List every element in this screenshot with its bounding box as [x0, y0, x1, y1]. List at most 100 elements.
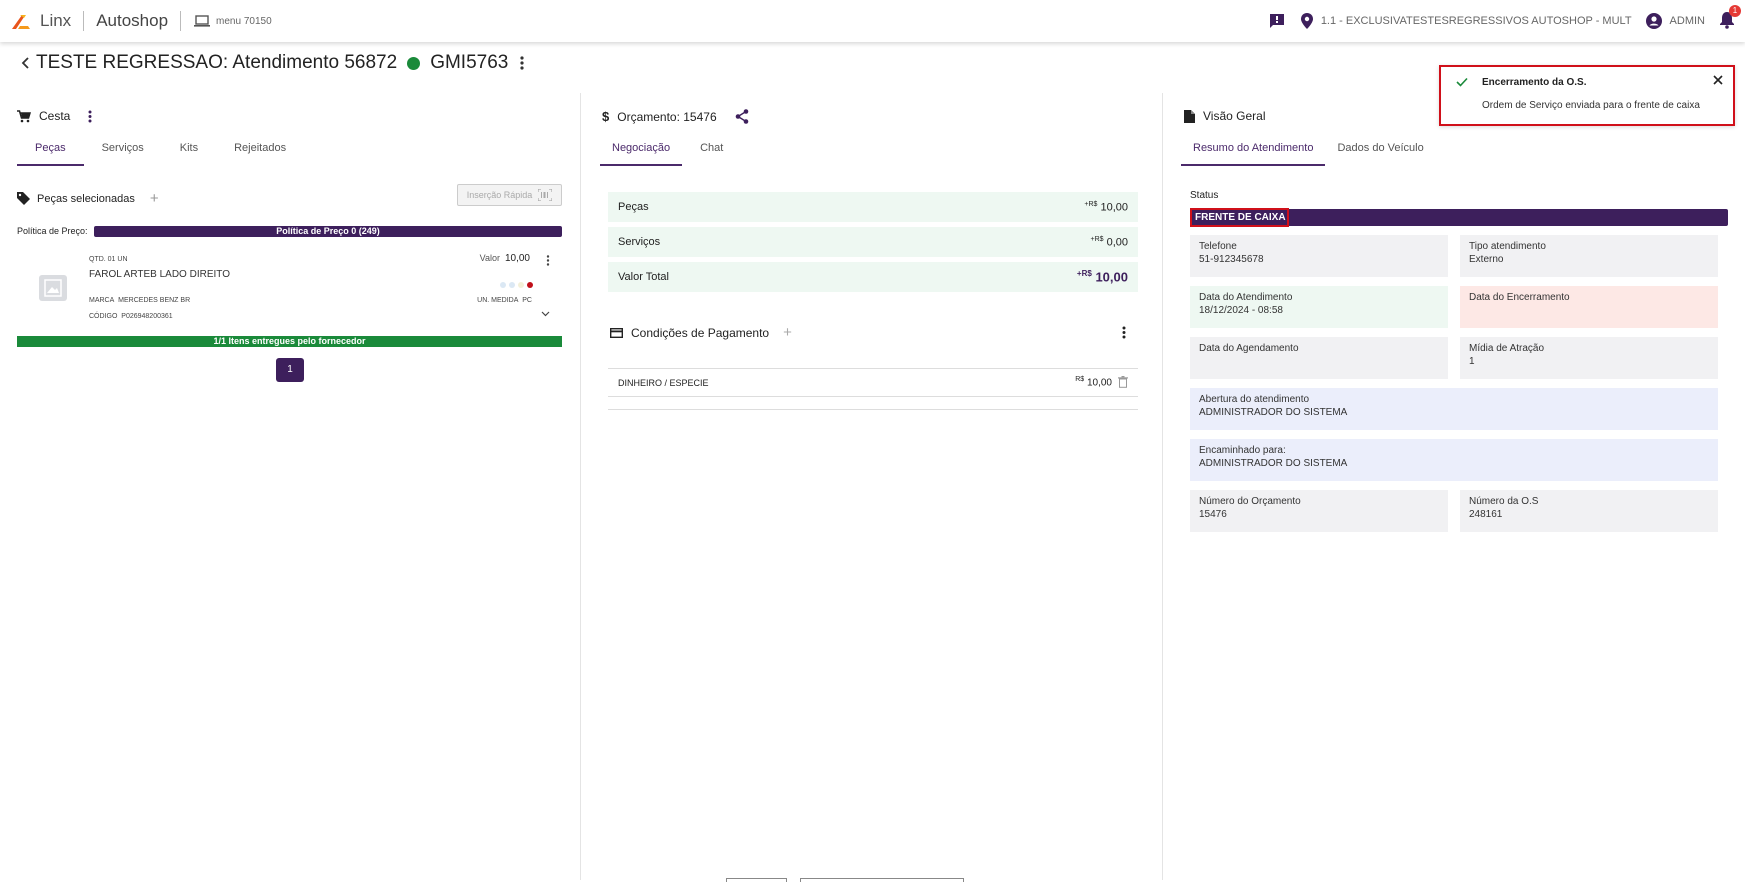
- card-label: Telefone: [1199, 241, 1237, 252]
- tab-dados-veiculo[interactable]: Dados do Veículo: [1325, 138, 1435, 166]
- chevron-down-icon[interactable]: [541, 311, 550, 317]
- tab-pecas[interactable]: Peças: [17, 138, 84, 166]
- credit-card-icon: [610, 327, 623, 338]
- price-policy-bar[interactable]: Política de Preço 0 (249): [94, 226, 562, 237]
- share-icon[interactable]: [735, 109, 749, 124]
- brand-name: Linx: [40, 11, 72, 30]
- notification-badge: 1: [1729, 4, 1741, 17]
- tab-kits[interactable]: Kits: [162, 138, 216, 166]
- status-dots: [500, 282, 533, 288]
- part-name: FAROL ARTEB LADO DIREITO: [89, 269, 230, 280]
- totals-label: Serviços: [618, 236, 661, 248]
- payment-row[interactable]: DINHEIRO / ESPECIE R$ 10,00: [608, 368, 1138, 397]
- cart-icon: [17, 109, 31, 122]
- user-avatar-icon[interactable]: [1645, 13, 1662, 29]
- tab-chat[interactable]: Chat: [682, 138, 741, 166]
- payment-header: Condições de Pagamento +: [610, 324, 1138, 341]
- card-value: ADMINISTRADOR DO SISTEMA: [1199, 458, 1348, 469]
- tab-servicos[interactable]: Serviços: [84, 138, 162, 166]
- chat-icon[interactable]: [1269, 13, 1285, 29]
- brand-logo[interactable]: Linx: [10, 11, 71, 31]
- more-vertical-icon[interactable]: [88, 110, 92, 123]
- vehicle-plate: GMI5763: [430, 52, 509, 73]
- more-vertical-icon[interactable]: [520, 56, 524, 70]
- visao-header: Visão Geral: [1184, 109, 1265, 123]
- tag-icon: [17, 192, 30, 205]
- part-value-label: Valor: [479, 253, 500, 263]
- check-icon: [1456, 77, 1468, 87]
- part-value: Valor 10,00: [480, 253, 530, 264]
- user-name[interactable]: ADMIN: [1670, 15, 1705, 27]
- bottom-button-stub[interactable]: [726, 878, 787, 882]
- add-part-icon[interactable]: +: [150, 190, 159, 207]
- add-payment-icon[interactable]: +: [783, 324, 792, 341]
- selected-parts-label: Peças selecionadas: [37, 192, 135, 205]
- totals-row-servicos: Serviços +R$ 0,00: [608, 227, 1138, 257]
- part-brand: MARCA MERCEDES BENZ BR: [89, 297, 190, 304]
- part-code-value: P026948200361: [121, 313, 173, 320]
- location-label[interactable]: 1.1 - EXCLUSIVATESTESREGRESSIVOS AUTOSHO…: [1321, 15, 1632, 27]
- close-icon[interactable]: [1713, 75, 1723, 85]
- more-vertical-icon[interactable]: [1122, 326, 1126, 339]
- dollar-icon: $: [602, 109, 610, 124]
- card-value: 15476: [1199, 509, 1227, 520]
- more-vertical-icon[interactable]: [546, 255, 550, 266]
- status-label: Status: [1190, 190, 1219, 201]
- part-unit: UN. MEDIDA PC: [477, 297, 532, 304]
- card-data-agendamento: Data do Agendamento: [1190, 337, 1448, 379]
- card-data-atendimento: Data do Atendimento 18/12/2024 - 08:58: [1190, 286, 1448, 328]
- orcamento-panel: $ Orçamento: 15476 Negociação Chat Peças…: [582, 93, 1163, 880]
- totals-value: +R$ 0,00: [1090, 235, 1128, 249]
- toast-title: Encerramento da O.S.: [1482, 77, 1587, 88]
- location-pin-icon[interactable]: [1300, 13, 1313, 29]
- page-button-1[interactable]: 1: [276, 358, 304, 382]
- status-dot: [407, 56, 421, 70]
- laptop-icon: [194, 15, 211, 27]
- payment-value: R$ 10,00: [1075, 376, 1112, 389]
- page-header: TESTE REGRESSAO: Atendimento 56872 GMI57…: [20, 52, 524, 74]
- visao-tabs: Resumo do Atendimento Dados do Veículo: [1181, 138, 1436, 166]
- trash-icon[interactable]: [1118, 376, 1128, 389]
- menu-id[interactable]: menu 70150: [193, 14, 272, 28]
- card-telefone: Telefone 51-912345678: [1190, 235, 1448, 277]
- card-abertura: Abertura do atendimento ADMINISTRADOR DO …: [1190, 388, 1718, 430]
- totals-row-pecas: Peças +R$ 10,00: [608, 192, 1138, 222]
- toast-message: Ordem de Serviço enviada para o frente d…: [1482, 100, 1700, 111]
- part-item[interactable]: QTD. 01 UN FAROL ARTEB LADO DIREITO MARC…: [17, 253, 562, 325]
- totals-value: +R$ 10,00: [1076, 269, 1128, 285]
- toast-notification: Encerramento da O.S. Ordem de Serviço en…: [1439, 65, 1735, 126]
- totals-value: +R$ 10,00: [1084, 200, 1128, 214]
- status-dot: [518, 282, 524, 288]
- card-numero-os: Número da O.S 248161: [1460, 490, 1718, 532]
- status-dot: [500, 282, 506, 288]
- back-chevron-icon[interactable]: [20, 56, 30, 70]
- tab-rejeitados[interactable]: Rejeitados: [216, 138, 304, 166]
- price-policy-label: Política de Preço:: [17, 226, 88, 236]
- payment-method: DINHEIRO / ESPECIE: [618, 377, 709, 388]
- menu-id-label: menu 70150: [216, 15, 272, 27]
- card-midia-atracao: Mídia de Atração 1: [1460, 337, 1718, 379]
- quick-insert-button[interactable]: Inserção Rápida: [457, 184, 562, 206]
- notifications-button[interactable]: 1: [1719, 4, 1741, 32]
- part-brand-label: MARCA: [89, 297, 115, 304]
- barcode-scan-icon: [538, 189, 553, 201]
- tab-resumo[interactable]: Resumo do Atendimento: [1181, 138, 1326, 166]
- payment-title: Condições de Pagamento: [631, 325, 770, 340]
- totals-list: Peças +R$ 10,00 Serviços +R$ 0,00 Valor …: [608, 192, 1138, 292]
- part-code: CÓDIGO P026948200361: [89, 313, 173, 320]
- card-label: Encaminhado para:: [1199, 445, 1286, 456]
- card-label: Tipo atendimento: [1469, 241, 1546, 252]
- bottom-button-stub[interactable]: [800, 878, 964, 882]
- card-label: Data do Agendamento: [1199, 343, 1299, 354]
- card-data-encerramento: Data do Encerramento: [1460, 286, 1718, 328]
- top-right-controls: 1.1 - EXCLUSIVATESTESREGRESSIVOS AUTOSHO…: [1269, 0, 1741, 42]
- card-value: 51-912345678: [1199, 254, 1264, 265]
- quick-insert-label: Inserção Rápida: [466, 190, 533, 200]
- card-encaminhado: Encaminhado para: ADMINISTRADOR DO SISTEM…: [1190, 439, 1718, 481]
- orcamento-tabs: Negociação Chat: [600, 138, 741, 166]
- card-label: Número da O.S: [1469, 496, 1539, 507]
- part-code-label: CÓDIGO: [89, 313, 118, 320]
- tab-negociacao[interactable]: Negociação: [600, 138, 683, 166]
- part-brand-value: MERCEDES BENZ BR: [118, 297, 191, 304]
- card-numero-orcamento: Número do Orçamento 15476: [1190, 490, 1448, 532]
